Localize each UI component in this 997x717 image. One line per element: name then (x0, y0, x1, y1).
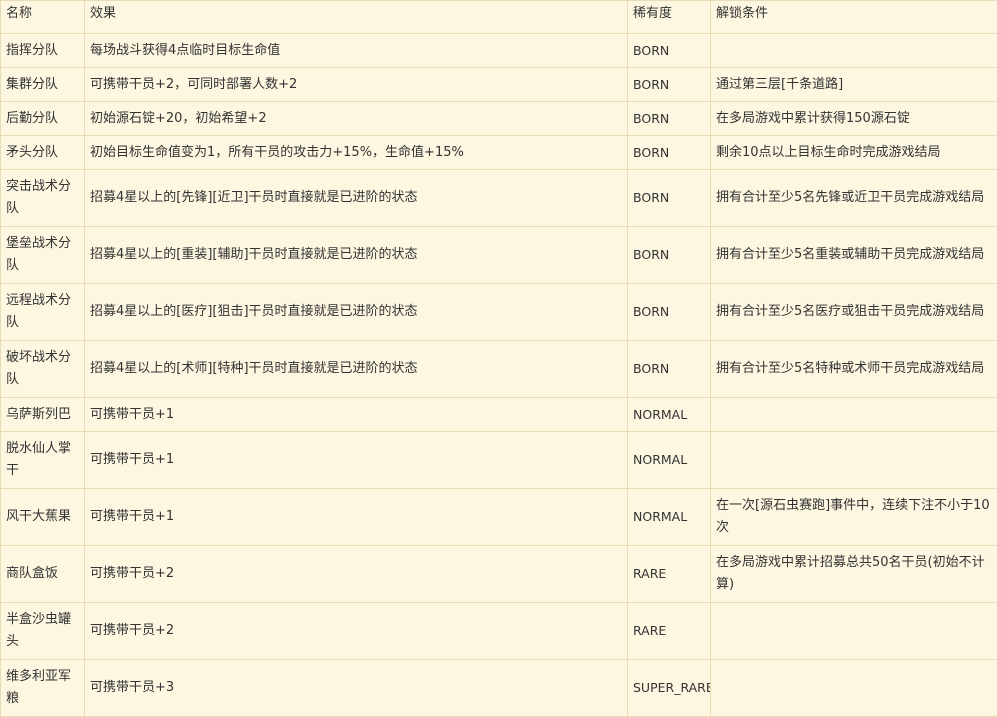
cell-name: 风干大蕉果 (1, 489, 85, 546)
cell-effect: 可携带干员+3 (85, 660, 628, 717)
table-row: 突击战术分队 招募4星以上的[先锋][近卫]干员时直接就是已进阶的状态 BORN… (1, 170, 997, 227)
cell-unlock: 拥有合计至少5名先锋或近卫干员完成游戏结局 (711, 170, 997, 227)
cell-rarity: BORN (628, 102, 711, 136)
cell-effect: 招募4星以上的[先锋][近卫]干员时直接就是已进阶的状态 (85, 170, 628, 227)
header-effect: 效果 (85, 1, 628, 34)
table-header-row: 名称 效果 稀有度 解锁条件 (1, 1, 997, 34)
cell-rarity: BORN (628, 227, 711, 284)
cell-effect: 可携带干员+2 (85, 603, 628, 660)
table-row: 风干大蕉果 可携带干员+1 NORMAL 在一次[源石虫赛跑]事件中，连续下注不… (1, 489, 997, 546)
table-row: 集群分队 可携带干员+2，可同时部署人数+2 BORN 通过第三层[千条道路] (1, 68, 997, 102)
table-row: 指挥分队 每场战斗获得4点临时目标生命值 BORN (1, 34, 997, 68)
cell-unlock (711, 398, 997, 432)
table-row: 堡垒战术分队 招募4星以上的[重装][辅助]干员时直接就是已进阶的状态 BORN… (1, 227, 997, 284)
cell-unlock (711, 432, 997, 489)
cell-effect: 招募4星以上的[术师][特种]干员时直接就是已进阶的状态 (85, 341, 628, 398)
squad-items-table: 名称 效果 稀有度 解锁条件 指挥分队 每场战斗获得4点临时目标生命值 BORN… (0, 0, 997, 717)
cell-name: 矛头分队 (1, 136, 85, 170)
cell-unlock: 拥有合计至少5名特种或术师干员完成游戏结局 (711, 341, 997, 398)
cell-rarity: BORN (628, 34, 711, 68)
cell-rarity: BORN (628, 341, 711, 398)
cell-unlock: 通过第三层[千条道路] (711, 68, 997, 102)
table-row: 后勤分队 初始源石锭+20，初始希望+2 BORN 在多局游戏中累计获得150源… (1, 102, 997, 136)
cell-rarity: NORMAL (628, 489, 711, 546)
cell-name: 半盒沙虫罐头 (1, 603, 85, 660)
cell-rarity: RARE (628, 546, 711, 603)
cell-rarity: BORN (628, 68, 711, 102)
table-row: 破坏战术分队 招募4星以上的[术师][特种]干员时直接就是已进阶的状态 BORN… (1, 341, 997, 398)
cell-effect: 可携带干员+2 (85, 546, 628, 603)
cell-effect: 可携带干员+1 (85, 489, 628, 546)
cell-name: 指挥分队 (1, 34, 85, 68)
table-row: 维多利亚军粮 可携带干员+3 SUPER_RARE (1, 660, 997, 717)
table-row: 半盒沙虫罐头 可携带干员+2 RARE (1, 603, 997, 660)
cell-name: 堡垒战术分队 (1, 227, 85, 284)
table-row: 商队盒饭 可携带干员+2 RARE 在多局游戏中累计招募总共50名干员(初始不计… (1, 546, 997, 603)
cell-effect: 招募4星以上的[医疗][狙击]干员时直接就是已进阶的状态 (85, 284, 628, 341)
cell-name: 突击战术分队 (1, 170, 85, 227)
cell-unlock: 在多局游戏中累计获得150源石锭 (711, 102, 997, 136)
cell-name: 集群分队 (1, 68, 85, 102)
table-row: 乌萨斯列巴 可携带干员+1 NORMAL (1, 398, 997, 432)
cell-unlock (711, 34, 997, 68)
cell-effect: 初始目标生命值变为1，所有干员的攻击力+15%，生命值+15% (85, 136, 628, 170)
table-row: 远程战术分队 招募4星以上的[医疗][狙击]干员时直接就是已进阶的状态 BORN… (1, 284, 997, 341)
cell-name: 破坏战术分队 (1, 341, 85, 398)
cell-rarity: SUPER_RARE (628, 660, 711, 717)
cell-unlock (711, 660, 997, 717)
cell-name: 脱水仙人掌干 (1, 432, 85, 489)
cell-rarity: NORMAL (628, 398, 711, 432)
table-row: 矛头分队 初始目标生命值变为1，所有干员的攻击力+15%，生命值+15% BOR… (1, 136, 997, 170)
cell-unlock: 拥有合计至少5名医疗或狙击干员完成游戏结局 (711, 284, 997, 341)
table-row: 脱水仙人掌干 可携带干员+1 NORMAL (1, 432, 997, 489)
header-rarity: 稀有度 (628, 1, 711, 34)
cell-name: 远程战术分队 (1, 284, 85, 341)
cell-rarity: RARE (628, 603, 711, 660)
cell-rarity: BORN (628, 136, 711, 170)
cell-effect: 可携带干员+2，可同时部署人数+2 (85, 68, 628, 102)
cell-name: 商队盒饭 (1, 546, 85, 603)
cell-name: 乌萨斯列巴 (1, 398, 85, 432)
cell-effect: 初始源石锭+20，初始希望+2 (85, 102, 628, 136)
cell-rarity: NORMAL (628, 432, 711, 489)
cell-effect: 可携带干员+1 (85, 432, 628, 489)
cell-effect: 招募4星以上的[重装][辅助]干员时直接就是已进阶的状态 (85, 227, 628, 284)
cell-unlock (711, 603, 997, 660)
cell-effect: 每场战斗获得4点临时目标生命值 (85, 34, 628, 68)
cell-rarity: BORN (628, 284, 711, 341)
cell-name: 后勤分队 (1, 102, 85, 136)
cell-unlock: 拥有合计至少5名重装或辅助干员完成游戏结局 (711, 227, 997, 284)
cell-rarity: BORN (628, 170, 711, 227)
cell-effect: 可携带干员+1 (85, 398, 628, 432)
header-name: 名称 (1, 1, 85, 34)
header-unlock: 解锁条件 (711, 1, 997, 34)
cell-name: 维多利亚军粮 (1, 660, 85, 717)
cell-unlock: 剩余10点以上目标生命时完成游戏结局 (711, 136, 997, 170)
cell-unlock: 在一次[源石虫赛跑]事件中，连续下注不小于10次 (711, 489, 997, 546)
cell-unlock: 在多局游戏中累计招募总共50名干员(初始不计算) (711, 546, 997, 603)
